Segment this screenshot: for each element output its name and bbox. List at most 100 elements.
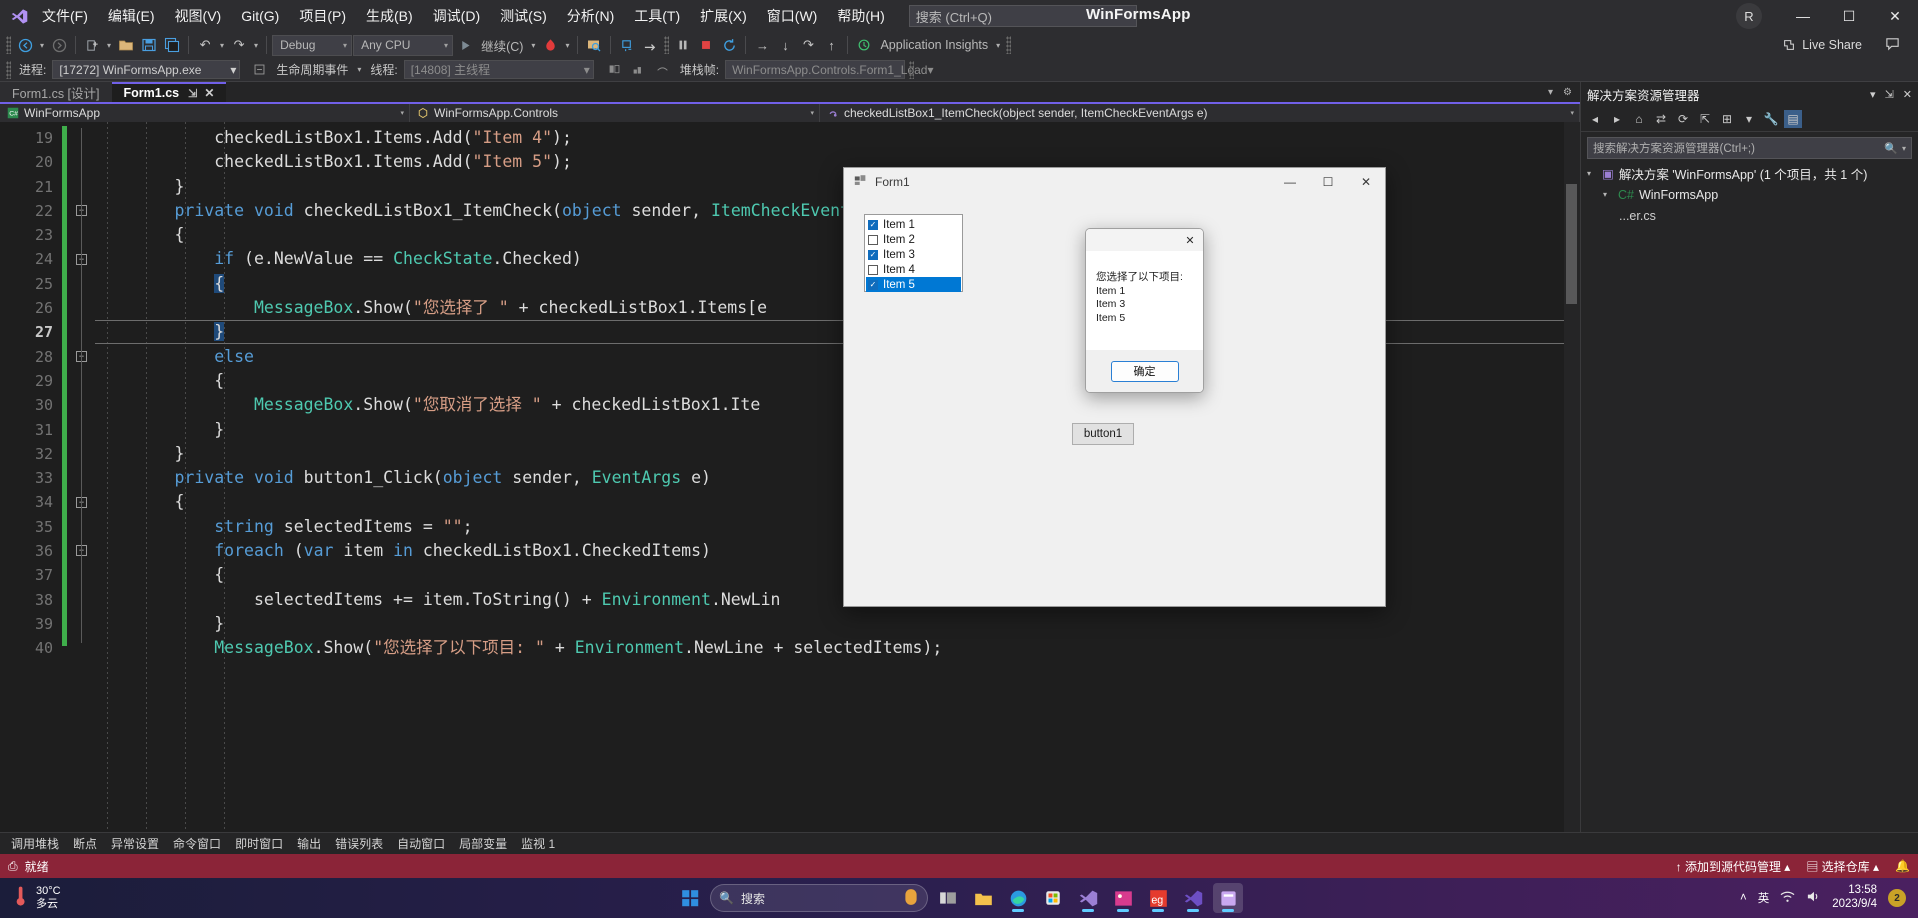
menu-build[interactable]: 生成(B) [356,1,423,31]
tray-expand-icon[interactable]: ˄ [1740,892,1747,904]
search-icon[interactable]: 🔍 [1884,142,1898,155]
back-icon[interactable]: ◂ [1586,110,1604,128]
navigate-backward-icon[interactable] [14,34,36,56]
new-project-dropdown-icon[interactable]: ▾ [104,41,114,50]
redo-icon[interactable]: ↷ [228,34,250,56]
toolbar-grip[interactable] [6,36,11,54]
lifecycle-events-icon[interactable] [248,59,270,81]
properties-icon[interactable]: 🔧 [1762,110,1780,128]
checked-list-item[interactable]: Item 5 [866,277,961,292]
pane-pin-icon[interactable]: ⇲ [1885,88,1894,101]
pane-close-icon[interactable]: ✕ [1903,88,1912,101]
message-box-titlebar[interactable]: ✕ [1086,229,1203,251]
redo-dropdown-icon[interactable]: ▾ [251,41,261,50]
navigate-forward-icon[interactable] [48,34,70,56]
store-icon[interactable] [1038,883,1068,913]
navbar-member-dropdown[interactable]: checkedListBox1_ItemCheck(object sender,… [820,104,1580,122]
save-icon[interactable] [138,34,160,56]
tab-list-chevron-icon[interactable]: ▾ [1548,87,1553,98]
checked-list-box[interactable]: Item 1 Item 2 Item 3 Item 4 Item 5 [864,214,963,292]
menu-help[interactable]: 帮助(H) [827,1,894,31]
code-line[interactable]: checkedListBox1.Items.Add("Item 4"); [95,126,1580,150]
wps-office-icon[interactable]: eg [1143,883,1173,913]
stop-debugging-icon[interactable] [695,34,717,56]
ime-language-indicator[interactable]: 英 [1758,890,1770,906]
minimize-button[interactable]: — [1780,0,1826,32]
checkbox-checked-icon[interactable] [868,219,878,230]
navbar-type-dropdown[interactable]: WinFormsApp.Controls ▾ [410,104,820,122]
edge-browser-icon[interactable] [1003,883,1033,913]
solution-platform-dropdown[interactable]: Any CPU ▾ [353,34,454,56]
continue-run-icon[interactable] [454,34,476,56]
file-explorer-icon[interactable] [968,883,998,913]
toolbar-grip-3[interactable] [1006,36,1012,54]
visual-studio-taskbar-icon[interactable] [1073,883,1103,913]
navbar-project-dropdown[interactable]: C# WinFormsApp ▾ [0,104,410,122]
hot-reload-icon[interactable] [539,34,561,56]
outlining-margin[interactable]: −−−−− [67,122,95,834]
menu-view[interactable]: 视图(V) [165,1,232,31]
undo-icon[interactable]: ↶ [194,34,216,56]
collapse-all-icon[interactable]: ⇱ [1696,110,1714,128]
parallel-stacks-icon[interactable] [628,59,650,81]
message-box-dialog[interactable]: ✕ 您选择了以下项目: Item 1 Item 3 Item 5 确定 [1085,228,1204,393]
taskview-icon[interactable] [933,883,963,913]
tab-error-list[interactable]: 错误列表 [328,832,390,855]
code-line[interactable]: MessageBox.Show("您选择了以下项目: " + Environme… [95,636,1580,660]
expander-icon[interactable]: ▾ [1587,169,1597,178]
form1-maximize-button[interactable]: ☐ [1309,168,1347,195]
show-all-files-icon[interactable]: ⊞ [1718,110,1736,128]
notifications-bell-icon[interactable]: 🔔 [1895,859,1910,873]
step-into-icon[interactable] [616,34,638,56]
menu-tools[interactable]: 工具(T) [624,1,690,31]
form1-titlebar[interactable]: Form1 — ☐ ✕ [844,168,1385,195]
live-share-button[interactable]: Live Share [1782,38,1862,52]
show-diagnostics-icon[interactable] [583,34,605,56]
thread-dropdown[interactable]: [14808] 主线程 ▾ [403,60,594,79]
menu-edit[interactable]: 编辑(E) [98,1,165,31]
checked-list-item[interactable]: Item 3 [866,247,961,262]
copilot-icon[interactable] [903,888,919,909]
menu-git[interactable]: Git(G) [231,3,289,29]
taskbar-search-input[interactable]: 🔍 搜索 [710,884,928,912]
menu-window[interactable]: 窗口(W) [757,1,828,31]
app-insights-dropdown-icon[interactable]: ▾ [993,41,1003,50]
step-out-arrow-icon[interactable]: ↑ [820,34,842,56]
menu-project[interactable]: 项目(P) [289,1,356,31]
menu-debug[interactable]: 调试(D) [423,1,490,31]
tab-call-stack[interactable]: 调用堆栈 [4,832,66,855]
open-file-icon[interactable] [115,34,137,56]
hot-reload-dropdown-icon[interactable]: ▾ [562,41,572,50]
checkbox-checked-icon[interactable] [868,279,878,290]
code-line[interactable]: } [95,612,1580,636]
message-box-close-button[interactable]: ✕ [1177,229,1203,251]
close-button[interactable]: ✕ [1872,0,1918,32]
tree-node-solution[interactable]: ▾ ▣ 解决方案 'WinFormsApp' (1 个项目，共 1 个) [1581,163,1918,184]
preview-selected-items-icon[interactable]: ▤ [1784,109,1802,128]
menu-test[interactable]: 测试(S) [490,1,557,31]
toolbar-grip-2[interactable] [664,36,670,54]
tab-locals[interactable]: 局部变量 [452,832,514,855]
lifecycle-label[interactable]: 生命周期事件 [272,61,352,78]
home-icon[interactable]: ⌂ [1630,110,1648,128]
editor-vertical-scrollbar[interactable] [1564,122,1580,834]
solution-explorer-search-input[interactable]: 搜索解决方案资源管理器(Ctrl+;) 🔍 ▾ [1587,137,1912,159]
tab-breakpoints[interactable]: 断点 [66,832,104,855]
show-threads-icon[interactable] [604,59,626,81]
tab-watch-1[interactable]: 监视 1 [514,832,562,855]
winforms-app-taskbar-icon[interactable] [1213,883,1243,913]
back-dropdown-icon[interactable]: ▾ [37,41,47,50]
process-dropdown[interactable]: [17272] WinFormsApp.exe ▾ [52,60,241,79]
pin-icon[interactable]: ⇲ [188,87,197,100]
pending-changes-filter-icon[interactable]: ⇄ [1652,110,1670,128]
taskbar-clock[interactable]: 13:58 2023/9/4 [1832,884,1877,912]
start-button-icon[interactable] [675,883,705,913]
break-all-icon[interactable] [672,34,694,56]
call-stack-marker-icon[interactable] [652,59,674,81]
form1-minimize-button[interactable]: — [1271,168,1309,195]
checkbox-unchecked-icon[interactable] [868,264,878,275]
step-into-arrow-icon[interactable]: ↓ [774,34,796,56]
debugbar-grip-2[interactable] [909,60,915,79]
tab-autos[interactable]: 自动窗口 [390,832,452,855]
notification-badge[interactable]: 2 [1888,889,1906,907]
